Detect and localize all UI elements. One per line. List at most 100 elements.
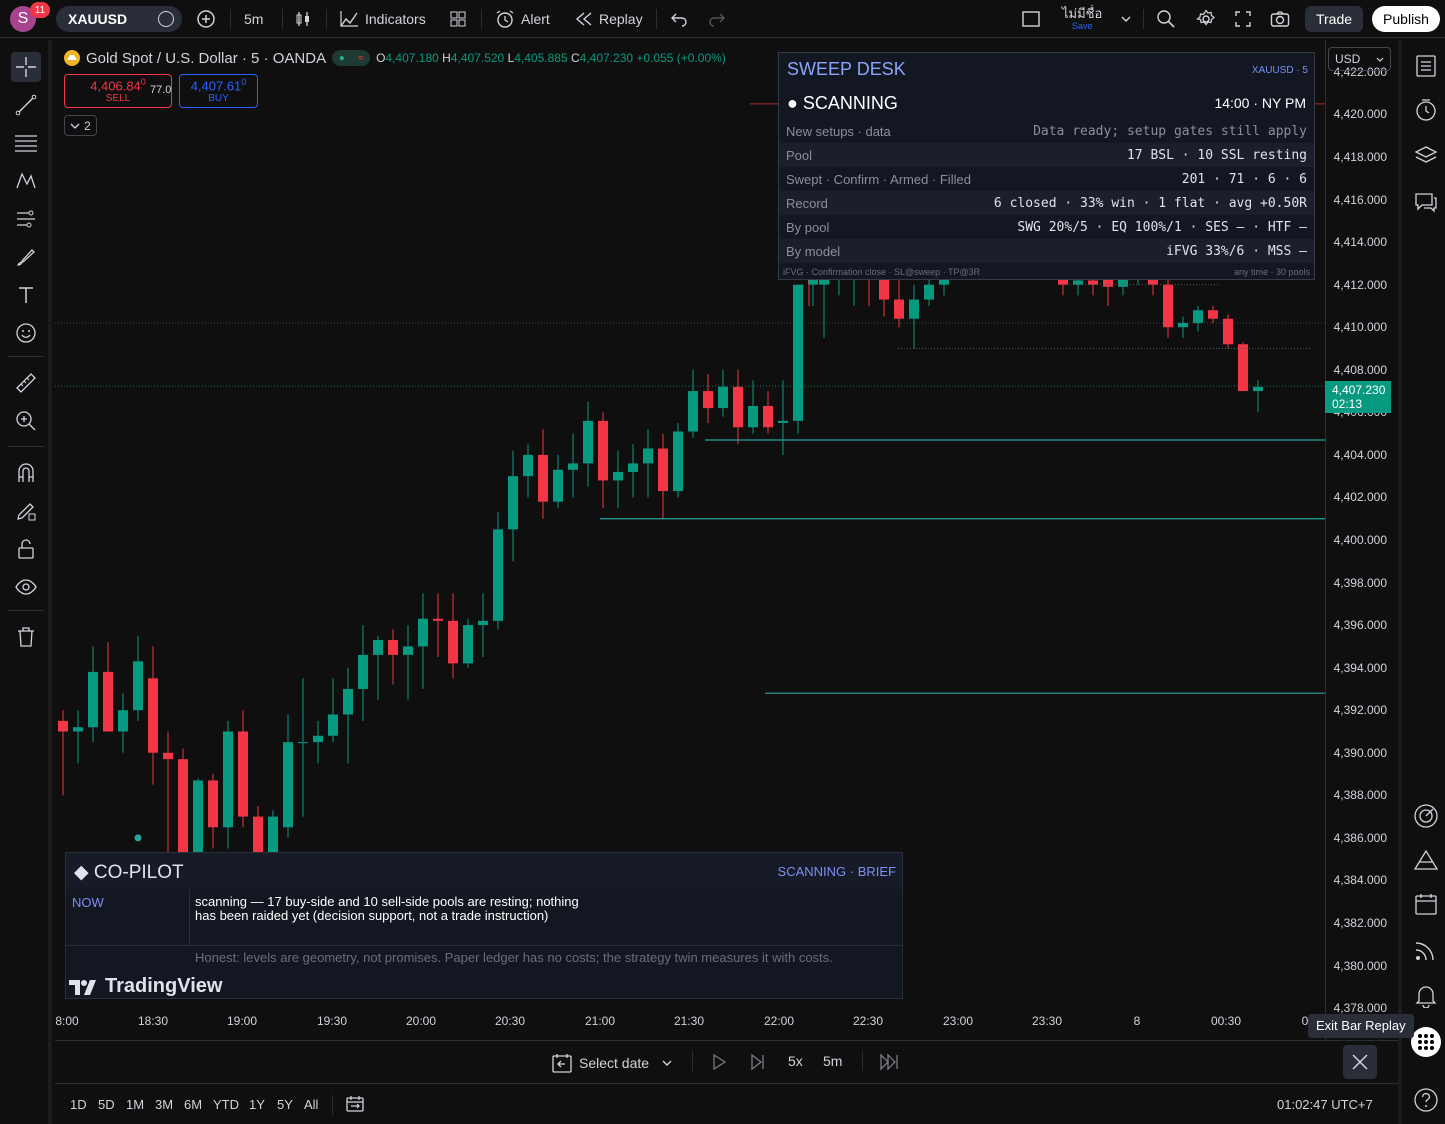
time-tick: 19:00 bbox=[226, 1014, 258, 1028]
publish-button[interactable]: Publish bbox=[1372, 6, 1440, 32]
sell-price: 4,406.84 bbox=[90, 78, 141, 94]
goto-date-button[interactable] bbox=[345, 1095, 365, 1116]
pattern-tool[interactable] bbox=[11, 166, 41, 196]
trade-button[interactable]: Trade bbox=[1305, 6, 1363, 32]
compare-icon[interactable] bbox=[158, 11, 174, 27]
alerts-panel-button[interactable] bbox=[1410, 94, 1442, 126]
candles-icon bbox=[296, 12, 309, 26]
range-1d[interactable]: 1D bbox=[70, 1097, 87, 1112]
help-button[interactable] bbox=[1410, 1084, 1442, 1116]
candle-body bbox=[894, 299, 904, 319]
indicators-toggle[interactable]: 2 bbox=[64, 115, 97, 136]
buy-label: BUY bbox=[208, 93, 229, 105]
range-5y[interactable]: 5Y bbox=[277, 1097, 293, 1112]
notifications-button[interactable] bbox=[1410, 980, 1442, 1012]
sweep-desk-panel: SWEEP DESK XAUUSD · 5 ● SCANNING 14:00 ·… bbox=[778, 52, 1315, 280]
redo-button[interactable] bbox=[708, 7, 726, 31]
buy-button[interactable]: 4,407.610 BUY bbox=[179, 74, 258, 108]
text-tool[interactable] bbox=[11, 280, 41, 310]
range-1m[interactable]: 1M bbox=[126, 1097, 144, 1112]
range-1y[interactable]: 1Y bbox=[249, 1097, 265, 1112]
price-tick: 4,378.000 bbox=[1333, 1001, 1387, 1016]
plus-circle-icon bbox=[197, 10, 215, 28]
clock-timezone[interactable]: 01:02:47 UTC+7 bbox=[1277, 1097, 1373, 1112]
candle-body bbox=[613, 471, 623, 481]
range-6m[interactable]: 6M bbox=[184, 1097, 202, 1112]
indicators-button[interactable]: Indicators bbox=[339, 7, 426, 31]
chat-button[interactable] bbox=[1410, 186, 1442, 218]
symbol-title[interactable]: Gold Spot / U.S. Dollar · 5 · OANDA bbox=[86, 50, 326, 67]
trend-line-tool[interactable] bbox=[11, 90, 41, 120]
fib-tool[interactable] bbox=[11, 128, 41, 158]
speed-button[interactable]: 5x bbox=[788, 1053, 803, 1069]
layout-name[interactable]: ไม่มีชื่อ Save bbox=[1062, 6, 1103, 32]
symbol-search[interactable]: XAUUSD bbox=[56, 6, 182, 32]
add-symbol-button[interactable] bbox=[196, 7, 216, 31]
fullscreen-button[interactable] bbox=[1234, 7, 1252, 31]
currency-select[interactable]: USD bbox=[1328, 47, 1391, 71]
crosshair-tool[interactable] bbox=[11, 52, 41, 82]
exit-replay-button[interactable] bbox=[1343, 1045, 1377, 1079]
range-5d[interactable]: 5D bbox=[98, 1097, 115, 1112]
layout-button[interactable] bbox=[1021, 7, 1041, 31]
magnet-tool[interactable] bbox=[11, 458, 41, 488]
calendar-button[interactable] bbox=[1410, 888, 1442, 920]
time-axis[interactable]: 8:00 18:30 19:00 19:30 20:00 20:30 21:00 21:30 2… bbox=[55, 1007, 1325, 1037]
range-3m[interactable]: 3M bbox=[155, 1097, 173, 1112]
tradingview-logo[interactable]: TradingView bbox=[69, 975, 222, 998]
pine-button[interactable] bbox=[1410, 844, 1442, 876]
layout-menu-button[interactable] bbox=[1120, 7, 1132, 31]
range-ytd[interactable]: YTD bbox=[213, 1097, 239, 1112]
undo-button[interactable] bbox=[670, 7, 688, 31]
status-dot-icon: ● bbox=[338, 52, 345, 64]
candle-body bbox=[358, 654, 368, 689]
price-axis[interactable]: 4,422.000 4,420.000 4,418.000 4,416.000 4,41… bbox=[1325, 40, 1397, 1040]
measure-tool[interactable] bbox=[11, 368, 41, 398]
templates-button[interactable] bbox=[449, 7, 467, 31]
object-tree-button[interactable] bbox=[1410, 140, 1442, 172]
watchlist-button[interactable] bbox=[1410, 50, 1442, 82]
candle-body bbox=[1223, 318, 1233, 345]
step-forward-button[interactable] bbox=[749, 1053, 767, 1071]
layers-icon bbox=[1414, 146, 1438, 163]
gold-logo-icon bbox=[64, 50, 80, 66]
candle-body bbox=[403, 646, 413, 655]
lock-drawing-tool[interactable] bbox=[11, 496, 41, 526]
emoji-tool[interactable] bbox=[11, 318, 41, 348]
alert-button[interactable]: Alert bbox=[495, 7, 550, 31]
camera-icon bbox=[1270, 11, 1290, 27]
square-icon bbox=[1022, 11, 1040, 27]
select-date-button[interactable]: Select date bbox=[551, 1053, 673, 1073]
interval-label: 5m bbox=[244, 11, 264, 27]
buy-price-pipette: 0 bbox=[241, 77, 247, 87]
candle-body bbox=[88, 671, 98, 728]
hide-drawings-tool[interactable] bbox=[11, 572, 41, 602]
quick-search-button[interactable] bbox=[1156, 7, 1176, 31]
zoom-tool[interactable] bbox=[11, 406, 41, 436]
market-status[interactable]: ● ≈ bbox=[332, 50, 371, 66]
replay-button[interactable]: Replay bbox=[575, 7, 643, 31]
forecast-tool[interactable] bbox=[11, 204, 41, 234]
candle-body bbox=[688, 391, 698, 432]
alarm-icon bbox=[496, 10, 514, 28]
play-button[interactable] bbox=[711, 1053, 727, 1071]
rewind-icon bbox=[575, 12, 592, 26]
jump-to-realtime-button[interactable] bbox=[879, 1053, 899, 1071]
fib-lines-icon bbox=[15, 135, 37, 152]
remove-drawings-tool[interactable] bbox=[11, 622, 41, 652]
interval-button[interactable]: 5m bbox=[244, 7, 263, 31]
ideas-button[interactable] bbox=[1410, 800, 1442, 832]
play-icon bbox=[713, 1053, 727, 1071]
settings-button[interactable] bbox=[1196, 7, 1216, 31]
products-button[interactable] bbox=[1410, 1026, 1442, 1058]
range-all[interactable]: All bbox=[304, 1097, 318, 1112]
chart-type-button[interactable] bbox=[294, 7, 312, 31]
lock-all-tool[interactable] bbox=[11, 534, 41, 564]
layout-name-label: ไม่มีชื่อ bbox=[1062, 6, 1103, 21]
brush-tool[interactable] bbox=[11, 242, 41, 272]
pencil-lock-icon bbox=[17, 503, 36, 521]
snapshot-button[interactable] bbox=[1270, 7, 1290, 31]
replay-interval-button[interactable]: 5m bbox=[823, 1053, 842, 1069]
notification-count: 11 bbox=[34, 4, 46, 16]
streams-button[interactable] bbox=[1410, 934, 1442, 966]
